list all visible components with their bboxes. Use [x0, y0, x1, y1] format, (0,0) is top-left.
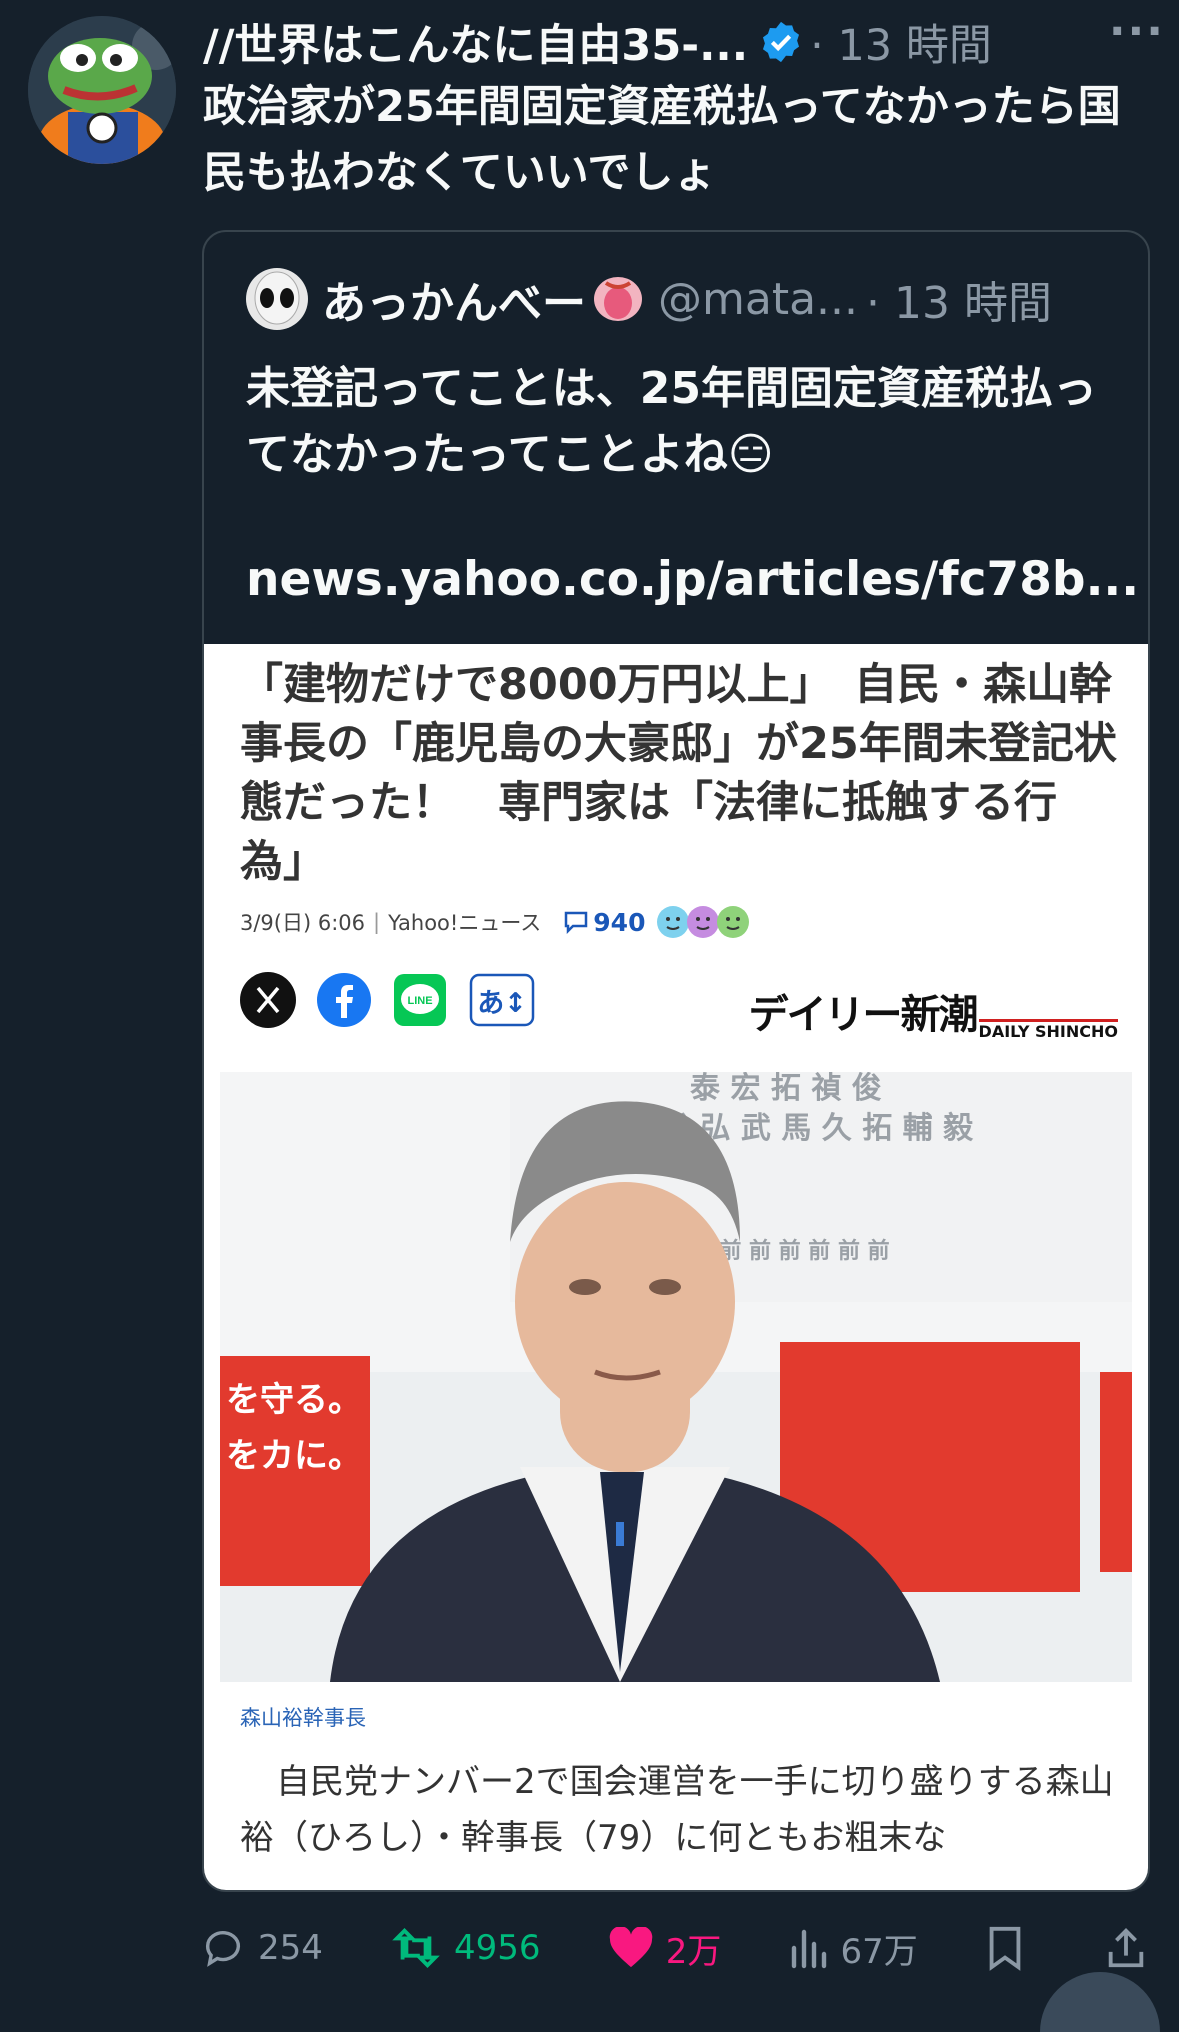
- views-chart-icon: [792, 1929, 827, 1969]
- share-button[interactable]: [1104, 1925, 1160, 1971]
- reply-count: 254: [258, 1928, 323, 1968]
- heart-icon: [609, 1927, 652, 1968]
- tweet-actions: 254 4956 2万 67万: [200, 1920, 1160, 1976]
- alien-avatar-icon[interactable]: [246, 268, 308, 330]
- svg-text:泰 宏 拓 禎 俊: 泰 宏 拓 禎 俊: [690, 1072, 882, 1106]
- author-avatar[interactable]: [28, 16, 176, 164]
- reaction-faces-icon: [657, 906, 750, 938]
- quoted-tweet-card[interactable]: あっかんべー @mata... · 13 時間 未登記ってことは、25年間固定資…: [202, 230, 1150, 1892]
- x-logo-icon: [240, 972, 296, 1028]
- quoted-author-handle[interactable]: @mata...: [658, 274, 858, 325]
- article-title: 「建物だけで8000万円以上」 自民・森山幹事長の「鹿児島の大豪邸」が25年間未…: [240, 660, 1117, 887]
- facebook-logo-icon: [317, 973, 371, 1027]
- more-options-icon[interactable]: ···: [1109, 6, 1165, 57]
- share-upload-icon: [1108, 1928, 1144, 1968]
- tweet-text: 政治家が25年間固定資産税払ってなかったら国民も払わなくていいでしょ: [203, 82, 1121, 198]
- article-body: 自民党ナンバー2で国会運営を一手に切り盛りする森山裕（ひろし）・幹事長（79）に…: [240, 1762, 1114, 1858]
- views-button[interactable]: 67万: [788, 1924, 918, 1973]
- article-comment-count: 940: [593, 907, 646, 937]
- quoted-author-name[interactable]: あっかんべー: [322, 267, 586, 331]
- brand-name: デイリー新潮: [748, 992, 979, 1038]
- translate-label: あ↕: [477, 987, 527, 1019]
- reply-icon: [205, 1931, 241, 1967]
- photo-caption: 森山裕幹事長: [240, 1706, 366, 1730]
- share-facebook-button[interactable]: [316, 972, 372, 1028]
- article-screenshot[interactable]: 「建物だけで8000万円以上」 自民・森山幹事長の「鹿児島の大豪邸」が25年間未…: [204, 644, 1148, 1890]
- retweet-count: 4956: [454, 1928, 541, 1968]
- author-name[interactable]: //世界はこんなに自由35-...: [203, 11, 748, 73]
- photo-sign-text: を守る。 をカに。: [226, 1380, 362, 1476]
- article-meta: 3/9(日) 6:06 | Yahoo!ニュース 940: [240, 902, 751, 942]
- daily-shincho-logo: デイリー新潮 DAILY SHINCHO: [749, 982, 1118, 1040]
- quoted-tweet-text: 未登記ってことは、25年間固定資産税払ってなかったってことよね😑: [246, 363, 1098, 480]
- retweet-button[interactable]: 4956: [390, 1925, 541, 1971]
- meta-separator: |: [373, 910, 381, 934]
- verified-badge-icon[interactable]: [758, 19, 804, 65]
- bookmark-button[interactable]: [985, 1925, 1037, 1971]
- svg-text:LINE: LINE: [407, 995, 432, 1007]
- line-logo-icon: LINE: [394, 974, 446, 1026]
- views-count: 67万: [840, 1931, 918, 1972]
- article-comments: 940: [563, 908, 645, 937]
- quoted-tweet-header: あっかんべー @mata... · 13 時間: [246, 268, 1052, 330]
- quoted-tweet-timestamp[interactable]: · 13 時間: [866, 267, 1052, 331]
- retweet-icon: [392, 1928, 440, 1968]
- share-buttons: LINE あ↕: [240, 972, 536, 1028]
- share-x-button[interactable]: [240, 972, 296, 1028]
- article-link[interactable]: news.yahoo.co.jp/articles/fc78b...: [246, 552, 1139, 607]
- frog-avatar-icon: [28, 16, 176, 164]
- like-count: 2万: [665, 1931, 722, 1972]
- tongue-emoji-icon: [594, 277, 642, 321]
- tweet-timestamp[interactable]: · 13 時間: [810, 11, 992, 73]
- brand-sub: DAILY SHINCHO: [978, 1019, 1118, 1040]
- comment-bubble-icon: [565, 911, 588, 934]
- translate-button[interactable]: あ↕: [468, 972, 536, 1028]
- tweet-header: //世界はこんなに自由35-... · 13 時間: [203, 6, 1163, 78]
- article-date: 3/9(日) 6:06: [240, 911, 366, 935]
- article-source: Yahoo!ニュース: [388, 911, 542, 935]
- like-button[interactable]: 2万: [608, 1924, 722, 1973]
- bookmark-icon: [989, 1926, 1021, 1971]
- reply-button[interactable]: 254: [200, 1925, 323, 1971]
- share-line-button[interactable]: LINE: [392, 972, 448, 1028]
- compose-fab-edge[interactable]: [1040, 1972, 1160, 2032]
- article-photo: 泰 宏 拓 禎 俊 裕 弘 武 馬 久 拓 輔 毅 前 前 前 前 前 前 前 …: [220, 1072, 1132, 1682]
